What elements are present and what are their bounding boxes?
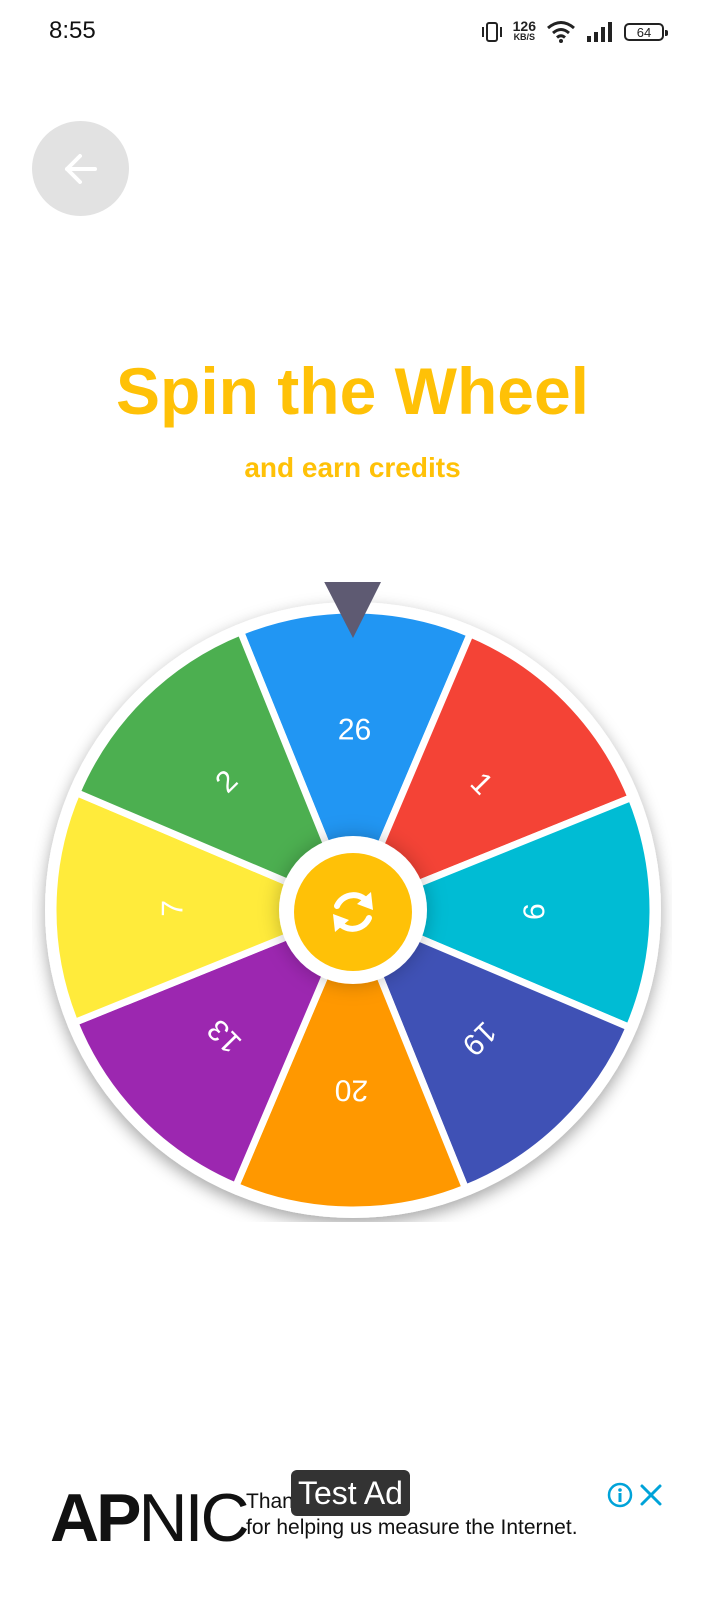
wheel-segment-label: 9 bbox=[516, 903, 549, 920]
back-button[interactable] bbox=[32, 121, 129, 216]
network-speed: 126 KB/S bbox=[512, 18, 536, 43]
wheel-segment-label: 7 bbox=[156, 900, 189, 917]
wheel-segment-label: 20 bbox=[335, 1073, 369, 1106]
spin-button[interactable] bbox=[294, 853, 412, 971]
battery-icon: 64 bbox=[624, 23, 668, 41]
battery-level: 64 bbox=[636, 24, 652, 40]
arrow-left-icon bbox=[64, 153, 97, 184]
status-bar: 8:55 126 KB/S 64 bbox=[0, 0, 720, 64]
test-ad-badge: Test Ad bbox=[291, 1470, 410, 1516]
network-speed-unit: KB/S bbox=[513, 32, 536, 42]
page-title: Spin the Wheel bbox=[115, 354, 590, 428]
status-time: 8:55 bbox=[49, 17, 96, 44]
ad-logo[interactable]: APNIC bbox=[50, 1478, 250, 1558]
page-subtitle: and earn credits bbox=[244, 452, 461, 483]
close-icon[interactable] bbox=[638, 1482, 664, 1508]
signal-icon bbox=[587, 22, 612, 42]
status-icons: 126 KB/S 64 bbox=[481, 18, 668, 46]
network-speed-value: 126 bbox=[512, 18, 536, 34]
wifi-icon bbox=[547, 21, 575, 43]
vibrate-icon bbox=[481, 22, 502, 42]
info-icon[interactable] bbox=[607, 1482, 633, 1508]
ad-logo-bold: AP bbox=[50, 1480, 141, 1556]
refresh-icon bbox=[333, 892, 373, 932]
ad-text-line2[interactable]: for helping us measure the Internet. bbox=[246, 1516, 578, 1540]
ad-logo-regular: NIC bbox=[138, 1480, 249, 1556]
ad-text-line1[interactable]: Than bbox=[246, 1490, 294, 1514]
wheel-segment-label: 26 bbox=[338, 713, 372, 746]
